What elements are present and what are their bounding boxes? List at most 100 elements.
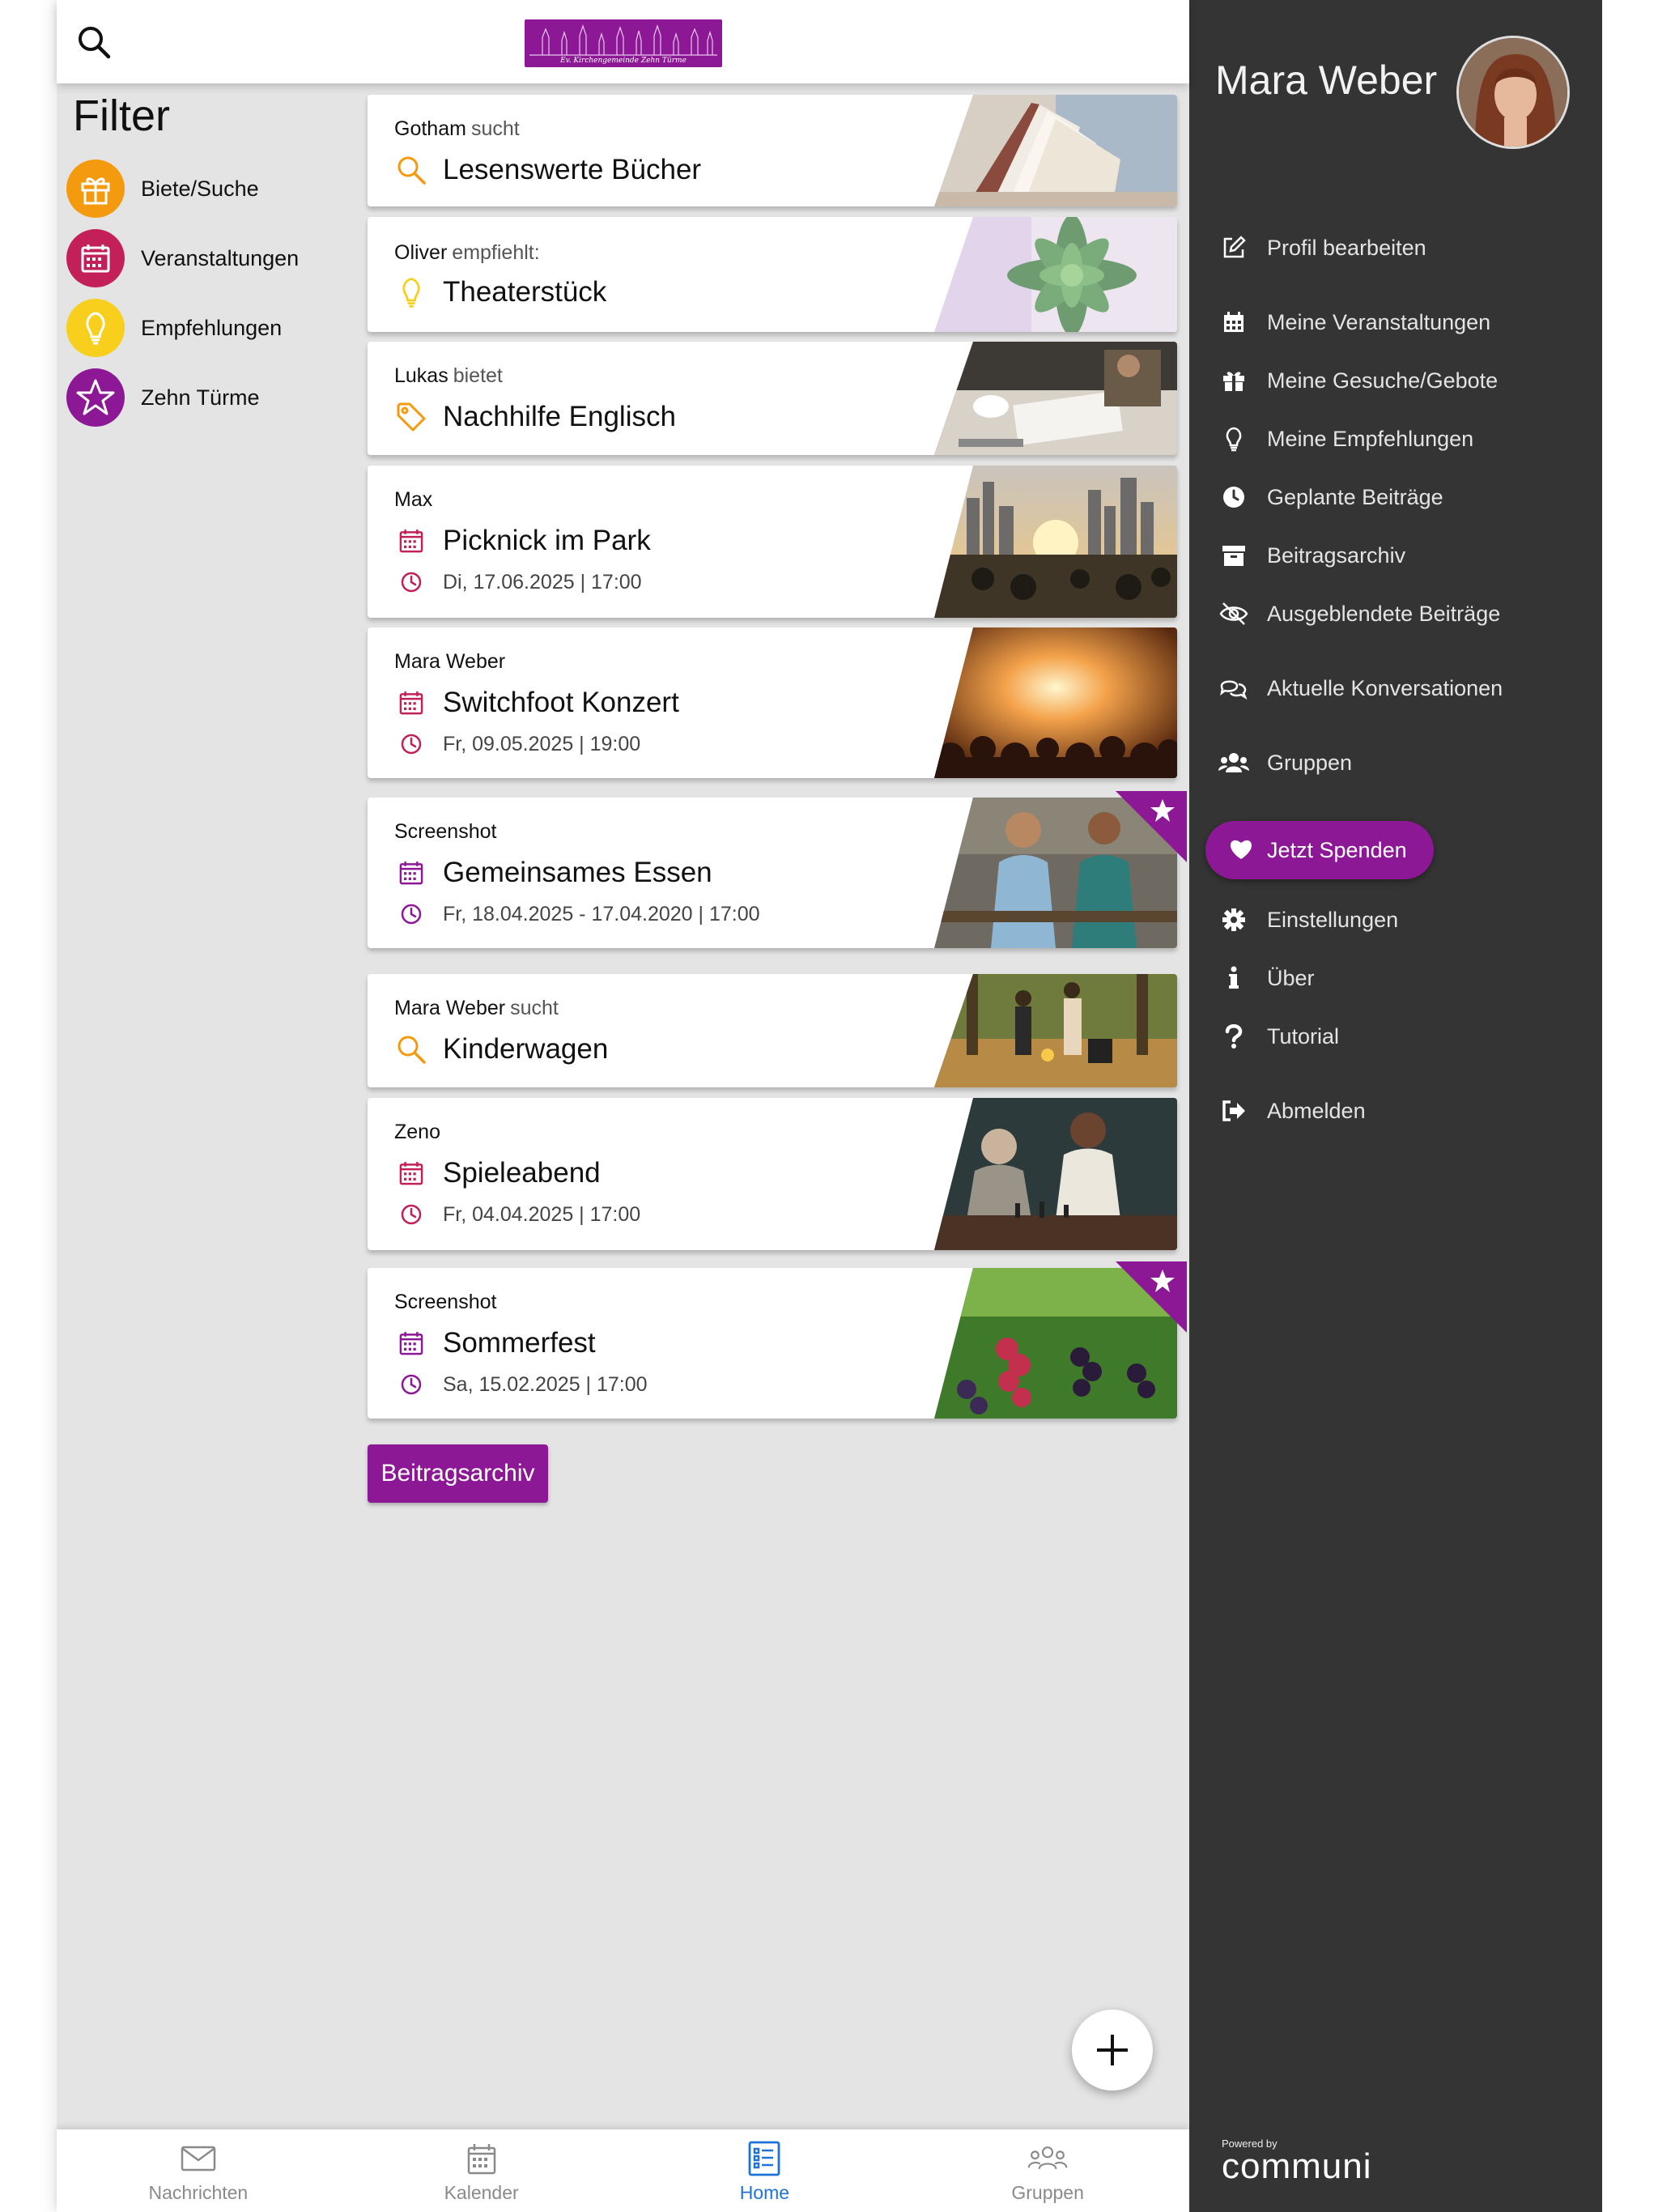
filter-item-biete-suche[interactable]: Biete/Suche (66, 160, 259, 218)
menu-item-einstellungen[interactable]: Einstellungen (1218, 900, 1398, 940)
main-app-area: Ev. Kirchengemeinde Zehn Türme Filter Bi… (57, 0, 1189, 2212)
post-date: Sa, 15.02.2025 | 17:00 (443, 1372, 648, 1396)
post-card-lesenswerte-buecher[interactable]: Gotham sucht Lesenswerte Bücher (368, 95, 1177, 206)
menu-label: Gruppen (1267, 750, 1353, 775)
logo-caption: Ev. Kirchengemeinde Zehn Türme (560, 57, 687, 65)
side-menu: Mara Weber Profil bearbeiten Meine Veran… (1189, 0, 1602, 2212)
filter-item-empfehlungen[interactable]: Empfehlungen (66, 299, 282, 357)
menu-label: Ausgeblendete Beiträge (1267, 601, 1501, 626)
menu-label: Über (1267, 965, 1315, 990)
calendar-icon (394, 686, 428, 720)
post-date-row: Di, 17.06.2025 | 17:00 (394, 569, 642, 595)
post-date: Fr, 18.04.2025 - 17.04.2020 | 17:00 (443, 902, 760, 925)
menu-item-ueber[interactable]: Über (1218, 958, 1315, 998)
filter-item-veranstaltungen[interactable]: Veranstaltungen (66, 229, 299, 287)
post-title-row: Lesenswerte Bücher (394, 153, 701, 187)
post-title-row: Kinderwagen (394, 1032, 608, 1066)
clock-icon (394, 569, 428, 595)
menu-label: Geplante Beiträge (1267, 484, 1443, 509)
post-card-theaterstueck[interactable]: Oliver empfiehlt: Theaterstück (368, 217, 1177, 332)
menu-item-geplante-beitraege[interactable]: Geplante Beiträge (1218, 477, 1443, 517)
post-card-switchfoot-konzert[interactable]: Mara Weber Switchfoot Konzert Fr, 09.05.… (368, 627, 1177, 778)
nav-item-nachrichten[interactable]: Nachrichten (57, 2129, 340, 2212)
nav-item-home[interactable]: Home (623, 2129, 907, 2212)
clock-icon (394, 1372, 428, 1397)
right-margin (1602, 0, 1658, 2212)
menu-item-aktuelle-konversationen[interactable]: Aktuelle Konversationen (1218, 668, 1503, 708)
mail-icon (178, 2138, 219, 2179)
menu-item-profil-bearbeiten[interactable]: Profil bearbeiten (1218, 228, 1426, 268)
post-author-line: Max (394, 488, 432, 512)
menu-item-ausgeblendete-beitraege[interactable]: Ausgeblendete Beiträge (1218, 593, 1500, 634)
post-verb: empfiehlt: (452, 241, 540, 264)
menu-label: Aktuelle Konversationen (1267, 675, 1503, 700)
edit-icon (1218, 232, 1249, 263)
post-author: Max (394, 488, 433, 511)
post-image-succulent (934, 217, 1177, 332)
post-image-concert (934, 627, 1177, 778)
post-author-line: Oliver empfiehlt: (394, 241, 540, 265)
post-author-line: Mara Weber (394, 650, 505, 674)
archive-button[interactable]: Beitragsarchiv (368, 1444, 548, 1503)
nav-label: Nachrichten (148, 2181, 249, 2203)
menu-label: Abmelden (1267, 1098, 1366, 1123)
filter-item-zehn-tuerme[interactable]: Zehn Türme (66, 368, 260, 427)
gift-icon (66, 160, 125, 218)
calendar-icon (1218, 307, 1249, 338)
post-card-kinderwagen[interactable]: Mara Weber sucht Kinderwagen (368, 974, 1177, 1087)
plus-icon (1097, 2035, 1128, 2065)
add-post-button[interactable] (1072, 2010, 1153, 2091)
post-image-chess (934, 1098, 1177, 1250)
nav-label: Home (739, 2181, 790, 2203)
menu-item-abmelden[interactable]: Abmelden (1218, 1091, 1366, 1131)
post-card-nachhilfe-englisch[interactable]: Lukas bietet Nachhilfe Englisch (368, 342, 1177, 455)
menu-item-meine-empfehlungen[interactable]: Meine Empfehlungen (1218, 419, 1473, 459)
communi-brand: communi (1222, 2146, 1372, 2186)
post-title-row: Switchfoot Konzert (394, 686, 679, 720)
post-verb: sucht (510, 997, 559, 1019)
post-date-row: Fr, 09.05.2025 | 19:00 (394, 731, 640, 757)
post-image-book (934, 95, 1177, 206)
menu-item-gruppen[interactable]: Gruppen (1218, 742, 1352, 783)
list-icon (744, 2138, 784, 2179)
post-author: Mara Weber (394, 650, 506, 673)
donate-button[interactable]: Jetzt Spenden (1205, 821, 1434, 879)
lightbulb-icon (394, 275, 428, 309)
church-logo[interactable]: Ev. Kirchengemeinde Zehn Türme (525, 19, 722, 67)
post-card-sommerfest[interactable]: Screenshot Sommerfest Sa, 15.02.2025 | 1… (368, 1261, 1187, 1419)
menu-item-meine-veranstaltungen[interactable]: Meine Veranstaltungen (1218, 302, 1490, 342)
clock-icon (394, 1202, 428, 1227)
post-date: Di, 17.06.2025 | 17:00 (443, 570, 642, 593)
nav-label: Gruppen (1011, 2181, 1084, 2203)
archive-icon (1218, 540, 1249, 571)
filter-label: Zehn Türme (141, 385, 260, 410)
post-card-spieleabend[interactable]: Zeno Spieleabend Fr, 04.04.2025 | 17:00 (368, 1098, 1177, 1250)
avatar[interactable] (1456, 36, 1570, 149)
menu-item-meine-gesuche-gebote[interactable]: Meine Gesuche/Gebote (1218, 360, 1498, 401)
filter-label: Biete/Suche (141, 176, 259, 201)
post-date-row: Sa, 15.02.2025 | 17:00 (394, 1372, 648, 1397)
menu-item-beitragsarchiv[interactable]: Beitragsarchiv (1218, 535, 1405, 576)
post-card-picknick-im-park[interactable]: Max Picknick im Park Di, 17.06.2025 | 17… (368, 466, 1177, 618)
post-image-family-walk (934, 974, 1177, 1087)
menu-label: Profil bearbeiten (1267, 235, 1426, 260)
search-icon (394, 153, 428, 187)
post-author-line: Gotham sucht (394, 117, 520, 141)
menu-label: Tutorial (1267, 1023, 1340, 1049)
nav-item-kalender[interactable]: Kalender (340, 2129, 623, 2212)
menu-label: Meine Empfehlungen (1267, 426, 1474, 451)
post-title: Nachhilfe Englisch (443, 401, 676, 432)
post-date: Fr, 09.05.2025 | 19:00 (443, 732, 641, 755)
filter-title: Filter (73, 91, 170, 140)
post-verb: sucht (470, 117, 520, 140)
post-author: Lukas (394, 364, 449, 387)
menu-label: Beitragsarchiv (1267, 542, 1406, 568)
search-icon (79, 27, 111, 59)
post-image-tutoring (934, 342, 1177, 455)
post-title: Lesenswerte Bücher (443, 154, 702, 185)
post-date-row: Fr, 18.04.2025 - 17.04.2020 | 17:00 (394, 901, 760, 927)
search-button[interactable] (74, 23, 115, 63)
post-card-gemeinsames-essen[interactable]: Screenshot Gemeinsames Essen Fr, 18.04.2… (368, 791, 1187, 948)
nav-item-gruppen[interactable]: Gruppen (906, 2129, 1189, 2212)
menu-item-tutorial[interactable]: Tutorial (1218, 1016, 1339, 1057)
